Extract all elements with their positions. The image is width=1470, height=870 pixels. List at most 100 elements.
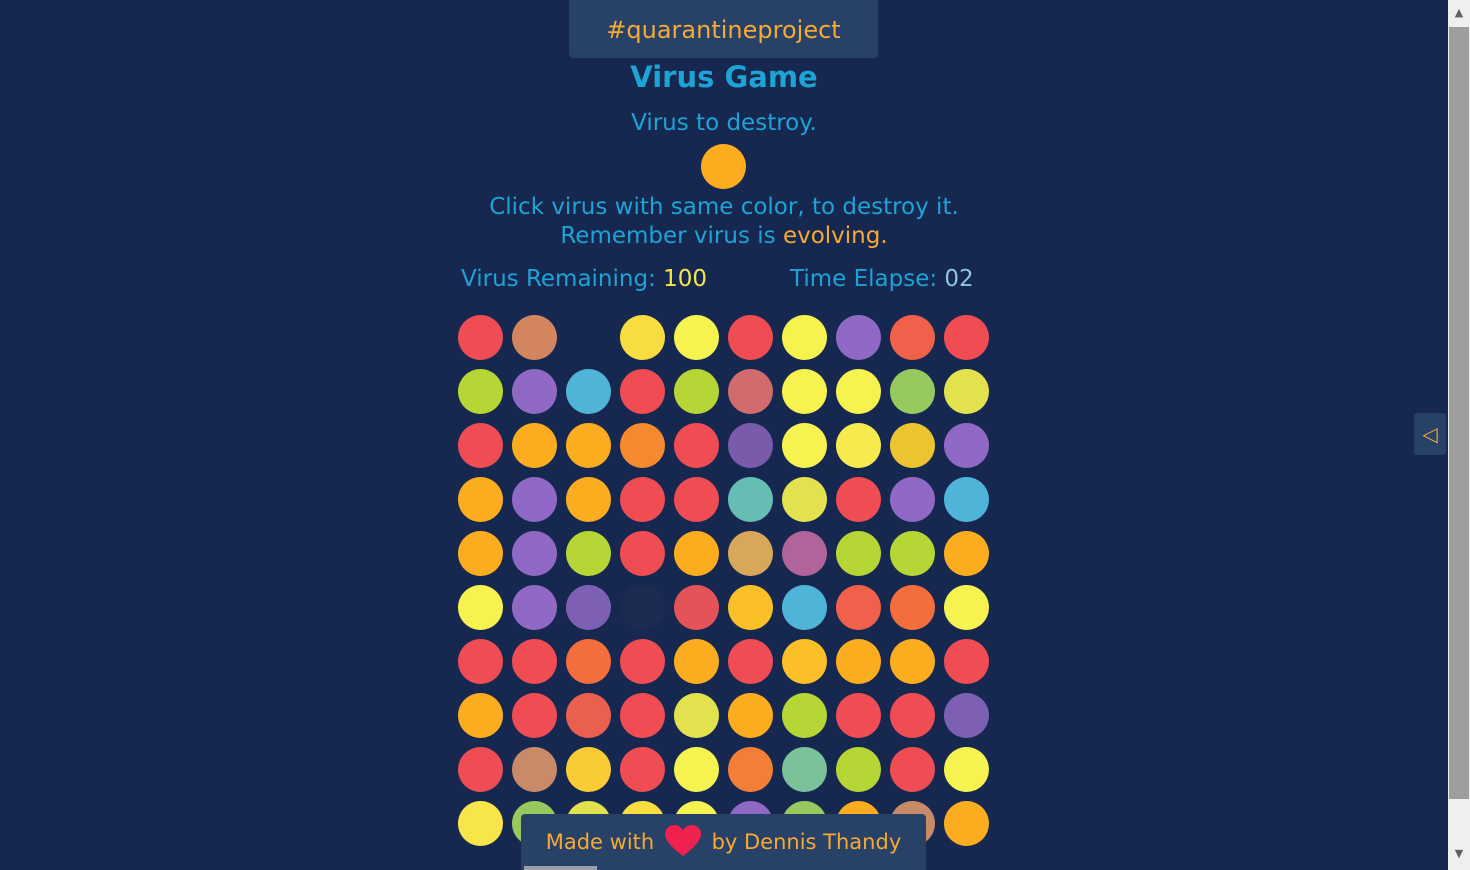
virus-cell[interactable] (782, 531, 827, 576)
virus-cell[interactable] (728, 531, 773, 576)
virus-cell[interactable] (512, 693, 557, 738)
virus-cell[interactable] (782, 423, 827, 468)
virus-cell[interactable] (620, 369, 665, 414)
virus-cell[interactable] (728, 585, 773, 630)
virus-cell[interactable] (890, 531, 935, 576)
virus-cell[interactable] (458, 423, 503, 468)
virus-cell[interactable] (566, 585, 611, 630)
virus-cell[interactable] (674, 639, 719, 684)
scrollbar-thumb[interactable] (1449, 27, 1469, 799)
virus-cell[interactable] (674, 423, 719, 468)
virus-cell[interactable] (566, 423, 611, 468)
virus-cell[interactable] (944, 477, 989, 522)
virus-cell[interactable] (458, 477, 503, 522)
virus-cell[interactable] (944, 423, 989, 468)
virus-cell[interactable] (620, 693, 665, 738)
virus-cell[interactable] (890, 747, 935, 792)
virus-cell[interactable] (458, 693, 503, 738)
virus-cell[interactable] (458, 315, 503, 360)
virus-cell[interactable] (782, 369, 827, 414)
virus-cell[interactable] (512, 585, 557, 630)
virus-cell[interactable] (566, 477, 611, 522)
virus-cell[interactable] (836, 585, 881, 630)
virus-cell[interactable] (566, 531, 611, 576)
virus-cell[interactable] (458, 639, 503, 684)
virus-cell[interactable] (728, 639, 773, 684)
virus-cell[interactable] (512, 531, 557, 576)
virus-cell[interactable] (890, 585, 935, 630)
virus-cell[interactable] (944, 369, 989, 414)
virus-cell[interactable] (890, 369, 935, 414)
virus-cell[interactable] (944, 531, 989, 576)
virus-cell[interactable] (782, 477, 827, 522)
virus-cell[interactable] (674, 477, 719, 522)
virus-cell[interactable] (944, 315, 989, 360)
virus-cell[interactable] (458, 801, 503, 846)
virus-cell[interactable] (512, 747, 557, 792)
virus-cell[interactable] (512, 639, 557, 684)
virus-cell[interactable] (944, 801, 989, 846)
virus-cell[interactable] (566, 369, 611, 414)
virus-cell[interactable] (890, 639, 935, 684)
horizontal-scroll-thumb[interactable] (524, 866, 597, 870)
virus-cell[interactable] (890, 693, 935, 738)
virus-cell[interactable] (620, 315, 665, 360)
virus-cell[interactable] (458, 369, 503, 414)
virus-cell[interactable] (836, 315, 881, 360)
virus-cell[interactable] (512, 423, 557, 468)
virus-cell[interactable] (836, 477, 881, 522)
virus-cell[interactable] (836, 369, 881, 414)
virus-cell[interactable] (620, 531, 665, 576)
virus-cell[interactable] (728, 693, 773, 738)
virus-cell[interactable] (836, 423, 881, 468)
virus-cell[interactable] (782, 693, 827, 738)
virus-cell[interactable] (458, 747, 503, 792)
triangle-down-icon[interactable]: ▼ (1448, 847, 1470, 860)
side-panel-toggle[interactable]: ◁ (1414, 413, 1446, 455)
virus-cell[interactable] (674, 531, 719, 576)
virus-cell[interactable] (674, 747, 719, 792)
virus-cell[interactable] (512, 369, 557, 414)
instructions: Click virus with same color, to destroy … (0, 193, 1448, 251)
virus-cell[interactable] (944, 693, 989, 738)
virus-cell[interactable] (944, 585, 989, 630)
virus-cell[interactable] (728, 747, 773, 792)
virus-cell[interactable] (728, 423, 773, 468)
virus-cell[interactable] (836, 747, 881, 792)
virus-cell[interactable] (620, 585, 665, 630)
virus-cell[interactable] (458, 531, 503, 576)
virus-cell[interactable] (836, 639, 881, 684)
virus-cell[interactable] (674, 369, 719, 414)
virus-cell[interactable] (458, 585, 503, 630)
evolving-highlight: evolving. (782, 223, 888, 249)
virus-cell[interactable] (944, 639, 989, 684)
virus-cell[interactable] (566, 747, 611, 792)
virus-cell[interactable] (890, 477, 935, 522)
game-title: Virus Game (630, 60, 818, 94)
vertical-scrollbar[interactable]: ▲ ▼ (1448, 0, 1470, 870)
virus-cell[interactable] (620, 747, 665, 792)
virus-cell[interactable] (836, 693, 881, 738)
virus-cell[interactable] (674, 315, 719, 360)
virus-cell[interactable] (512, 315, 557, 360)
virus-cell[interactable] (782, 747, 827, 792)
triangle-up-icon[interactable]: ▲ (1448, 6, 1470, 19)
virus-cell[interactable] (674, 585, 719, 630)
virus-cell[interactable] (620, 477, 665, 522)
virus-cell[interactable] (836, 531, 881, 576)
virus-cell[interactable] (620, 639, 665, 684)
virus-cell[interactable] (566, 639, 611, 684)
virus-cell[interactable] (782, 315, 827, 360)
virus-cell[interactable] (620, 423, 665, 468)
virus-cell[interactable] (728, 315, 773, 360)
virus-cell[interactable] (728, 477, 773, 522)
virus-cell[interactable] (782, 639, 827, 684)
virus-cell[interactable] (566, 693, 611, 738)
virus-cell[interactable] (674, 693, 719, 738)
virus-cell[interactable] (890, 423, 935, 468)
virus-cell[interactable] (890, 315, 935, 360)
virus-cell[interactable] (944, 747, 989, 792)
virus-cell[interactable] (728, 369, 773, 414)
virus-cell[interactable] (782, 585, 827, 630)
virus-cell[interactable] (512, 477, 557, 522)
